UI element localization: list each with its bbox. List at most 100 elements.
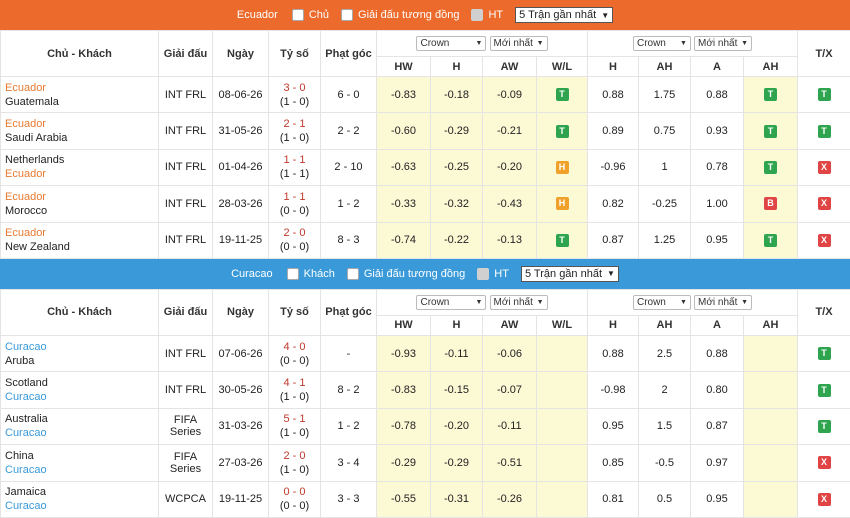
date-cell: 07-06-26 — [213, 335, 269, 371]
block2-role-checkbox[interactable]: Khách — [287, 268, 335, 280]
team-away-link[interactable]: Saudi Arabia — [5, 131, 158, 145]
team-away-link[interactable]: Morocco — [5, 204, 158, 218]
aw-cell: -0.26 — [483, 481, 537, 517]
tx-cell: X — [798, 445, 850, 481]
league-cell: INT FRL — [159, 372, 213, 408]
team-away-link[interactable]: Curacao — [5, 426, 158, 440]
team-away-link[interactable]: New Zealand — [5, 240, 158, 254]
block1-recent-select[interactable]: 5 Trận gần nhất▼ — [515, 7, 613, 23]
ah2-cell: T — [744, 222, 798, 258]
crown-select[interactable]: Crown▼ — [633, 36, 691, 51]
latest-select[interactable]: Mới nhất▼ — [694, 36, 752, 51]
team-away-link[interactable]: Aruba — [5, 354, 158, 368]
crown-select[interactable]: Crown▼ — [416, 295, 486, 310]
date-cell: 08-06-26 — [213, 77, 269, 113]
wl-cell: H — [537, 186, 588, 222]
tx-cell: T — [798, 335, 850, 371]
team-away-link[interactable]: Curacao — [5, 463, 158, 477]
team-home-link[interactable]: Ecuador — [5, 190, 158, 204]
block2-same-league-checkbox[interactable]: Giải đấu tương đồng — [347, 268, 465, 280]
team-home-link[interactable]: China — [5, 449, 158, 463]
team-away-link[interactable]: Curacao — [5, 499, 158, 513]
full-time-score: 0 - 0 — [283, 486, 305, 498]
block2-table: Chủ - Khách Giải đấu Ngày Tỷ số Phạt góc… — [0, 289, 850, 518]
half-time-score: (0 - 0) — [280, 241, 309, 253]
wl-badge: T — [556, 88, 569, 101]
col-h2: H — [588, 315, 639, 335]
ah2-cell: B — [744, 186, 798, 222]
checkbox-icon — [471, 9, 483, 21]
teams-cell: China Curacao — [1, 445, 159, 481]
ah2-cell — [744, 445, 798, 481]
wl-badge: H — [556, 161, 569, 174]
block1-ht-checkbox[interactable]: HT — [471, 9, 503, 21]
a-cell: 0.80 — [691, 372, 744, 408]
h-cell: -0.31 — [431, 481, 483, 517]
ah2-cell — [744, 372, 798, 408]
wl-cell — [537, 372, 588, 408]
col-league: Giải đấu — [159, 289, 213, 335]
team-home-link[interactable]: Australia — [5, 412, 158, 426]
h2-cell: 0.81 — [588, 481, 639, 517]
team-home-link[interactable]: Ecuador — [5, 226, 158, 240]
ah-cell: -0.25 — [639, 186, 691, 222]
team-away-link[interactable]: Curacao — [5, 390, 158, 404]
latest-select[interactable]: Mới nhất▼ — [694, 295, 752, 310]
ah2-cell — [744, 408, 798, 444]
ah-cell: -0.5 — [639, 445, 691, 481]
crown-select[interactable]: Crown▼ — [633, 295, 691, 310]
block1-same-league-checkbox[interactable]: Giải đấu tương đồng — [341, 9, 459, 21]
block1-table: Chủ - Khách Giải đấu Ngày Tỷ số Phạt góc… — [0, 30, 850, 259]
teams-cell: Ecuador Guatemala — [1, 77, 159, 113]
team-home-link[interactable]: Ecuador — [5, 81, 158, 95]
wl-cell — [537, 408, 588, 444]
full-time-score: 1 - 1 — [283, 191, 305, 203]
ah2-cell: T — [744, 113, 798, 149]
score-cell: 1 - 1(0 - 0) — [269, 186, 321, 222]
date-cell: 31-03-26 — [213, 408, 269, 444]
table-row: Ecuador Saudi Arabia INT FRL 31-05-26 2 … — [1, 113, 850, 149]
team-home-link[interactable]: Netherlands — [5, 153, 158, 167]
a-cell: 0.95 — [691, 481, 744, 517]
ah-cell: 1.5 — [639, 408, 691, 444]
league-cell: INT FRL — [159, 222, 213, 258]
wl-badge: H — [556, 197, 569, 210]
ah-badge: B — [764, 197, 777, 210]
team-home-link[interactable]: Scotland — [5, 376, 158, 390]
h-cell: -0.29 — [431, 113, 483, 149]
ah-cell: 1.25 — [639, 222, 691, 258]
league-cell: FIFA Series — [159, 408, 213, 444]
team-away-link[interactable]: Ecuador — [5, 167, 158, 181]
team-home-link[interactable]: Ecuador — [5, 117, 158, 131]
teams-cell: Netherlands Ecuador — [1, 149, 159, 185]
col-ah2: AH — [744, 315, 798, 335]
h-cell: -0.20 — [431, 408, 483, 444]
latest-select[interactable]: Mới nhất▼ — [490, 36, 548, 51]
ah-cell: 0.75 — [639, 113, 691, 149]
team-away-link[interactable]: Guatemala — [5, 95, 158, 109]
latest-select[interactable]: Mới nhất▼ — [490, 295, 548, 310]
league-cell: INT FRL — [159, 186, 213, 222]
crown-select[interactable]: Crown▼ — [416, 36, 486, 51]
corner-cell: 3 - 3 — [321, 481, 377, 517]
block2-ht-checkbox[interactable]: HT — [477, 268, 509, 280]
half-time-score: (1 - 0) — [280, 132, 309, 144]
team-home-link[interactable]: Jamaica — [5, 485, 158, 499]
table-row: Netherlands Ecuador INT FRL 01-04-26 1 -… — [1, 149, 850, 185]
date-cell: 01-04-26 — [213, 149, 269, 185]
teams-cell: Australia Curacao — [1, 408, 159, 444]
wl-cell: T — [537, 222, 588, 258]
teams-cell: Scotland Curacao — [1, 372, 159, 408]
hw-cell: -0.78 — [377, 408, 431, 444]
corner-cell: 1 - 2 — [321, 186, 377, 222]
col-aw: AW — [483, 57, 537, 77]
block2-recent-select[interactable]: 5 Trận gần nhất▼ — [521, 266, 619, 282]
block1-role-checkbox[interactable]: Chủ — [292, 9, 329, 21]
hw-cell: -0.93 — [377, 335, 431, 371]
league-cell: WCPCA — [159, 481, 213, 517]
team-home-link[interactable]: Curacao — [5, 340, 158, 354]
half-time-score: (0 - 0) — [280, 355, 309, 367]
block1-section: Ecuador Chủ Giải đấu tương đồng HT 5 Trậ… — [0, 0, 850, 259]
chevron-down-icon: ▼ — [741, 40, 748, 47]
a-cell: 0.93 — [691, 113, 744, 149]
